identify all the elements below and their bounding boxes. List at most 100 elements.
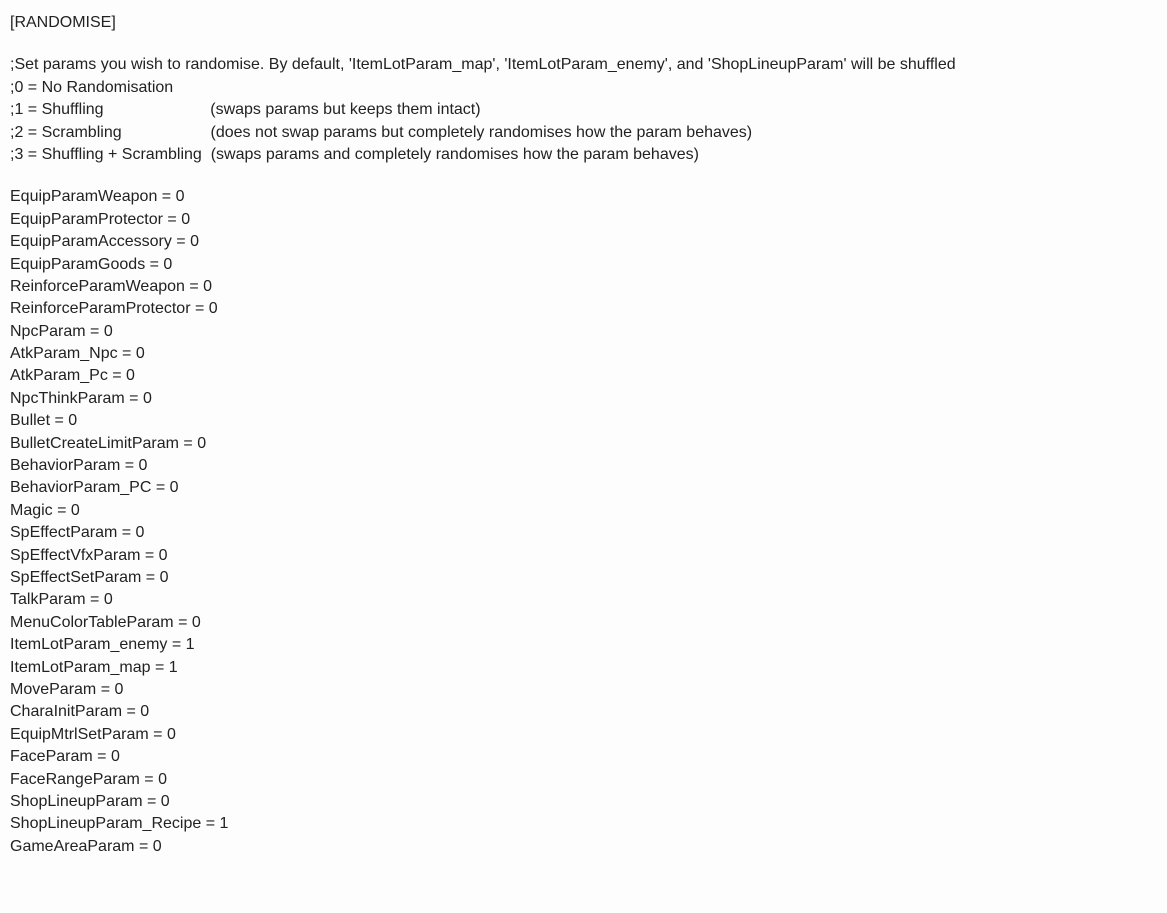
param-row: ReinforceParamWeapon = 0 [10,276,1157,298]
param-value: 0 [203,278,212,295]
param-row: BulletCreateLimitParam = 0 [10,433,1157,455]
param-value: 0 [167,726,176,743]
param-key: MenuColorTableParam [10,614,174,631]
equals-sign: = [163,211,181,228]
equals-sign: = [50,412,68,429]
param-value: 0 [126,367,135,384]
param-key: NpcParam [10,323,86,340]
param-row: AtkParam_Npc = 0 [10,343,1157,365]
param-row: SpEffectParam = 0 [10,522,1157,544]
equals-sign: = [157,188,175,205]
param-row: EquipParamProtector = 0 [10,209,1157,231]
equals-sign: = [201,815,219,832]
equals-sign: = [122,703,140,720]
param-row: NpcThinkParam = 0 [10,388,1157,410]
param-value: 0 [68,412,77,429]
param-key: CharaInitParam [10,703,122,720]
param-row: TalkParam = 0 [10,589,1157,611]
equals-sign: = [185,278,203,295]
equals-sign: = [151,479,169,496]
params-block: EquipParamWeapon = 0EquipParamProtector … [10,186,1157,858]
param-row: MoveParam = 0 [10,679,1157,701]
param-value: 0 [190,233,199,250]
param-row: FaceRangeParam = 0 [10,769,1157,791]
equals-sign: = [149,726,167,743]
param-key: ReinforceParamProtector [10,300,191,317]
equals-sign: = [143,793,161,810]
param-key: BehaviorParam [10,457,120,474]
param-key: Bullet [10,412,50,429]
param-row: MenuColorTableParam = 0 [10,612,1157,634]
param-value: 0 [71,502,80,519]
param-key: AtkParam_Pc [10,367,108,384]
param-key: EquipParamProtector [10,211,163,228]
equals-sign: = [191,300,209,317]
param-key: EquipParamAccessory [10,233,172,250]
param-value: 0 [192,614,201,631]
equals-sign: = [96,681,114,698]
comment-line: ;1 = Shuffling (swaps params but keeps t… [10,99,1157,121]
equals-sign: = [172,233,190,250]
param-key: ItemLotParam_enemy [10,636,167,653]
equals-sign: = [53,502,71,519]
param-value: 0 [181,211,190,228]
param-row: ShopLineupParam = 0 [10,791,1157,813]
param-row: Bullet = 0 [10,410,1157,432]
param-value: 0 [143,390,152,407]
param-row: AtkParam_Pc = 0 [10,365,1157,387]
param-value: 0 [163,256,172,273]
comment-line: ;3 = Shuffling + Scrambling (swaps param… [10,144,1157,166]
param-key: ReinforceParamWeapon [10,278,185,295]
param-key: MoveParam [10,681,96,698]
param-value: 0 [139,457,148,474]
blank-line [10,34,1157,54]
param-row: FaceParam = 0 [10,746,1157,768]
param-key: NpcThinkParam [10,390,125,407]
param-value: 0 [161,793,170,810]
equals-sign: = [125,390,143,407]
equals-sign: = [86,591,104,608]
param-key: Magic [10,502,53,519]
param-row: EquipParamAccessory = 0 [10,231,1157,253]
equals-sign: = [120,457,138,474]
param-value: 0 [136,345,145,362]
param-key: ShopLineupParam [10,793,143,810]
comments-block: ;Set params you wish to randomise. By de… [10,54,1157,166]
equals-sign: = [108,367,126,384]
param-row: ReinforceParamProtector = 0 [10,298,1157,320]
param-key: FaceRangeParam [10,771,140,788]
param-value: 0 [153,838,162,855]
param-key: TalkParam [10,591,86,608]
param-key: EquipParamGoods [10,256,145,273]
param-value: 0 [158,771,167,788]
param-row: CharaInitParam = 0 [10,701,1157,723]
equals-sign: = [145,256,163,273]
param-value: 1 [169,659,178,676]
comment-line: ;Set params you wish to randomise. By de… [10,54,1157,76]
param-row: ShopLineupParam_Recipe = 1 [10,813,1157,835]
param-key: SpEffectParam [10,524,117,541]
param-value: 0 [111,748,120,765]
comment-line: ;2 = Scrambling (does not swap params bu… [10,122,1157,144]
param-key: BulletCreateLimitParam [10,435,179,452]
param-value: 0 [176,188,185,205]
equals-sign: = [141,569,159,586]
param-value: 0 [197,435,206,452]
param-value: 0 [209,300,218,317]
equals-sign: = [140,547,158,564]
param-value: 1 [186,636,195,653]
equals-sign: = [174,614,192,631]
param-key: SpEffectSetParam [10,569,141,586]
comment-line: ;0 = No Randomisation [10,77,1157,99]
equals-sign: = [135,838,153,855]
param-row: EquipParamWeapon = 0 [10,186,1157,208]
param-key: ShopLineupParam_Recipe [10,815,201,832]
param-value: 0 [104,591,113,608]
param-row: EquipParamGoods = 0 [10,254,1157,276]
param-key: FaceParam [10,748,93,765]
param-value: 0 [140,703,149,720]
param-value: 0 [170,479,179,496]
param-row: ItemLotParam_map = 1 [10,657,1157,679]
param-row: BehaviorParam_PC = 0 [10,477,1157,499]
param-key: EquipMtrlSetParam [10,726,149,743]
